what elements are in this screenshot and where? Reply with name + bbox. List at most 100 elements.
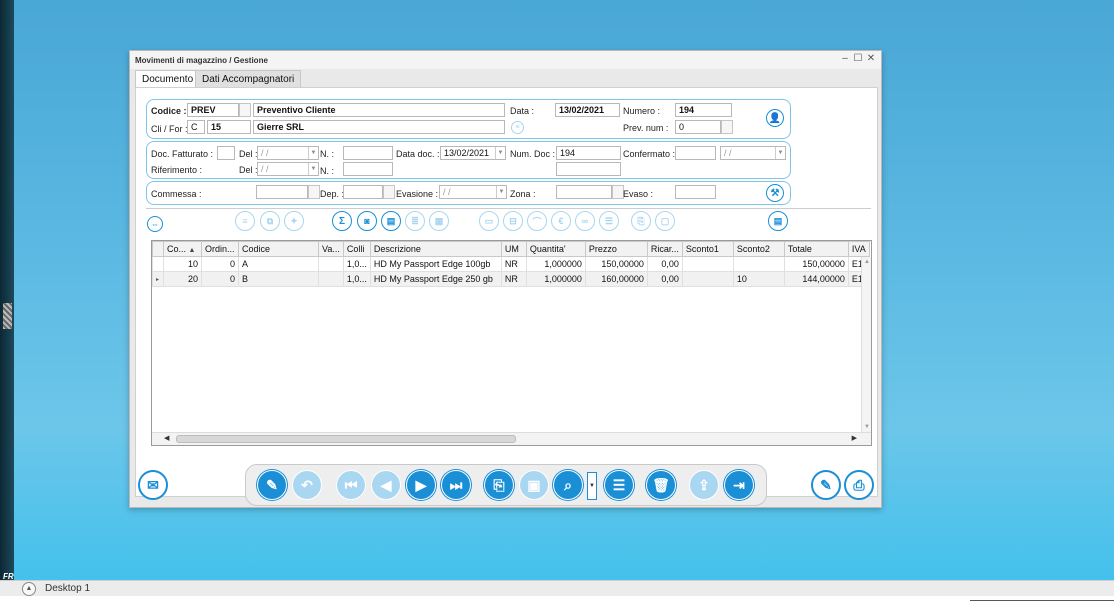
- next-record-icon[interactable]: ▶: [406, 470, 436, 500]
- row-copy-icon[interactable]: ⧉: [260, 211, 280, 231]
- cell[interactable]: A: [238, 256, 319, 272]
- delete-icon[interactable]: 🗑: [646, 470, 676, 500]
- clifor-name-field[interactable]: Gierre SRL: [253, 120, 505, 134]
- cell[interactable]: 0: [201, 271, 239, 287]
- cell[interactable]: 1,000000: [525, 256, 586, 272]
- table-icon[interactable]: ▦: [429, 211, 449, 231]
- chevron-down-icon[interactable]: ▼: [775, 147, 785, 159]
- horizontal-scrollbar[interactable]: ◀ ▶: [152, 432, 871, 445]
- cell[interactable]: 10: [732, 271, 785, 287]
- camera-icon[interactable]: ◙: [357, 211, 377, 231]
- column-header[interactable]: Descrizione: [369, 241, 502, 257]
- cell[interactable]: [681, 271, 734, 287]
- chevron-down-icon[interactable]: ▼: [496, 186, 506, 198]
- last-record-icon[interactable]: ⏭: [441, 470, 471, 500]
- prev-num-field[interactable]: 0: [675, 120, 721, 134]
- column-header[interactable]: Codice: [238, 241, 319, 257]
- cell[interactable]: [732, 256, 785, 272]
- cell[interactable]: 160,00000: [584, 271, 648, 287]
- commessa-lookup-button[interactable]: [308, 185, 320, 199]
- table-row[interactable]: ▸ 20 0 B 1,0... HD My Passport Edge 250 …: [152, 271, 870, 287]
- list-ghost-icon[interactable]: ≣: [405, 211, 425, 231]
- mail-icon[interactable]: ✉: [138, 470, 168, 500]
- cell[interactable]: 150,00000: [783, 256, 849, 272]
- riferimento-extra-field[interactable]: [556, 162, 621, 176]
- del2-date-field[interactable]: / / ▼: [257, 162, 319, 176]
- cell[interactable]: 0,00: [646, 256, 683, 272]
- previous-record-icon[interactable]: ◀: [371, 470, 401, 500]
- scroll-right-icon[interactable]: ▶: [852, 434, 857, 442]
- sum-icon[interactable]: Σ: [332, 211, 352, 231]
- dep-field[interactable]: [343, 185, 383, 199]
- toggle-view-icon[interactable]: ⇔: [147, 216, 163, 232]
- evaso-field[interactable]: [675, 185, 716, 199]
- scroll-down-icon[interactable]: ▼: [864, 424, 870, 430]
- data-doc-field[interactable]: 13/02/2021 ▼: [440, 146, 506, 160]
- first-record-icon[interactable]: ⏮: [336, 470, 366, 500]
- data-field[interactable]: 13/02/2021: [555, 103, 620, 117]
- cell[interactable]: HD My Passport Edge 250 gb: [369, 271, 502, 287]
- euro-icon[interactable]: €: [551, 211, 571, 231]
- tab-documento[interactable]: Documento: [135, 70, 201, 88]
- new-document-icon[interactable]: ✎: [257, 470, 287, 500]
- link-icon[interactable]: ∞: [575, 211, 595, 231]
- cell[interactable]: 0,00: [646, 271, 683, 287]
- cell[interactable]: 1,0...: [342, 271, 371, 287]
- cell[interactable]: 20: [163, 271, 202, 287]
- table-row[interactable]: 10 0 A 1,0... HD My Passport Edge 100gb …: [152, 256, 870, 272]
- list-icon[interactable]: ☰: [604, 470, 634, 500]
- codice-field[interactable]: PREV: [187, 103, 239, 117]
- column-header[interactable]: Sconto1: [681, 241, 734, 257]
- side-panel-grip[interactable]: [3, 303, 12, 329]
- clifor-type-field[interactable]: C: [187, 120, 205, 134]
- column-header[interactable]: Sconto2: [732, 241, 785, 257]
- notes-icon[interactable]: ☰: [599, 211, 619, 231]
- cell[interactable]: NR: [500, 256, 527, 272]
- cell[interactable]: 1,000000: [525, 271, 586, 287]
- clifor-code-field[interactable]: 15: [207, 120, 251, 134]
- column-header[interactable]: Ricar...: [646, 241, 683, 257]
- cell[interactable]: [681, 256, 734, 272]
- cell[interactable]: [318, 271, 344, 287]
- del-date-field[interactable]: / / ▼: [257, 146, 319, 160]
- n2-field[interactable]: [343, 162, 393, 176]
- codice-lookup-button[interactable]: [239, 103, 251, 117]
- scroll-up-icon[interactable]: ▲: [864, 259, 870, 265]
- export-icon[interactable]: ⇪: [689, 470, 719, 500]
- save-icon[interactable]: ▣: [519, 470, 549, 500]
- scroll-left-icon[interactable]: ◀: [164, 434, 169, 442]
- desktop-label[interactable]: Desktop 1: [45, 583, 90, 594]
- barcode-icon[interactable]: ▤: [381, 211, 401, 231]
- column-header[interactable]: Va...: [318, 241, 344, 257]
- cell[interactable]: NR: [500, 271, 527, 287]
- prev-num-button[interactable]: [721, 120, 733, 134]
- row-edit-icon[interactable]: ≡: [235, 211, 255, 231]
- clifor-detail-icon[interactable]: ≡: [511, 121, 524, 134]
- maximize-icon[interactable]: ☐: [852, 53, 864, 65]
- cell[interactable]: 1,0...: [342, 256, 371, 272]
- codice-description-field[interactable]: Preventivo Cliente: [253, 103, 505, 117]
- grid-icon[interactable]: ⊟: [503, 211, 523, 231]
- cell[interactable]: [318, 256, 344, 272]
- column-header[interactable]: Co... ▲: [163, 241, 202, 257]
- column-header[interactable]: IVA: [847, 241, 870, 257]
- chevron-down-icon[interactable]: ▼: [308, 163, 318, 175]
- undo-icon[interactable]: ↶: [292, 470, 322, 500]
- exit-icon[interactable]: ⇥: [724, 470, 754, 500]
- vertical-scrollbar[interactable]: ▲ ▼: [861, 257, 871, 432]
- tab-dati-accompagnatori[interactable]: Dati Accompagnatori: [195, 70, 302, 87]
- confermato-field[interactable]: [675, 146, 716, 160]
- doc-fatturato-field[interactable]: [217, 146, 235, 160]
- print-icon[interactable]: ⎙: [844, 470, 874, 500]
- scrollbar-thumb[interactable]: [176, 435, 516, 443]
- column-header[interactable]: UM: [500, 241, 527, 257]
- wrench-icon[interactable]: ⚒: [766, 184, 784, 202]
- commessa-field[interactable]: [256, 185, 308, 199]
- numero-field[interactable]: 194: [675, 103, 732, 117]
- search-options-dropdown[interactable]: ▼: [587, 472, 597, 500]
- chart-icon[interactable]: ⌒: [527, 211, 547, 231]
- minus-icon[interactable]: ▭: [479, 211, 499, 231]
- zona-field[interactable]: [556, 185, 612, 199]
- report-icon[interactable]: ▤: [768, 211, 788, 231]
- rows-grid[interactable]: Co... ▲ Ordin... Codice Va... Colli Desc…: [151, 240, 872, 446]
